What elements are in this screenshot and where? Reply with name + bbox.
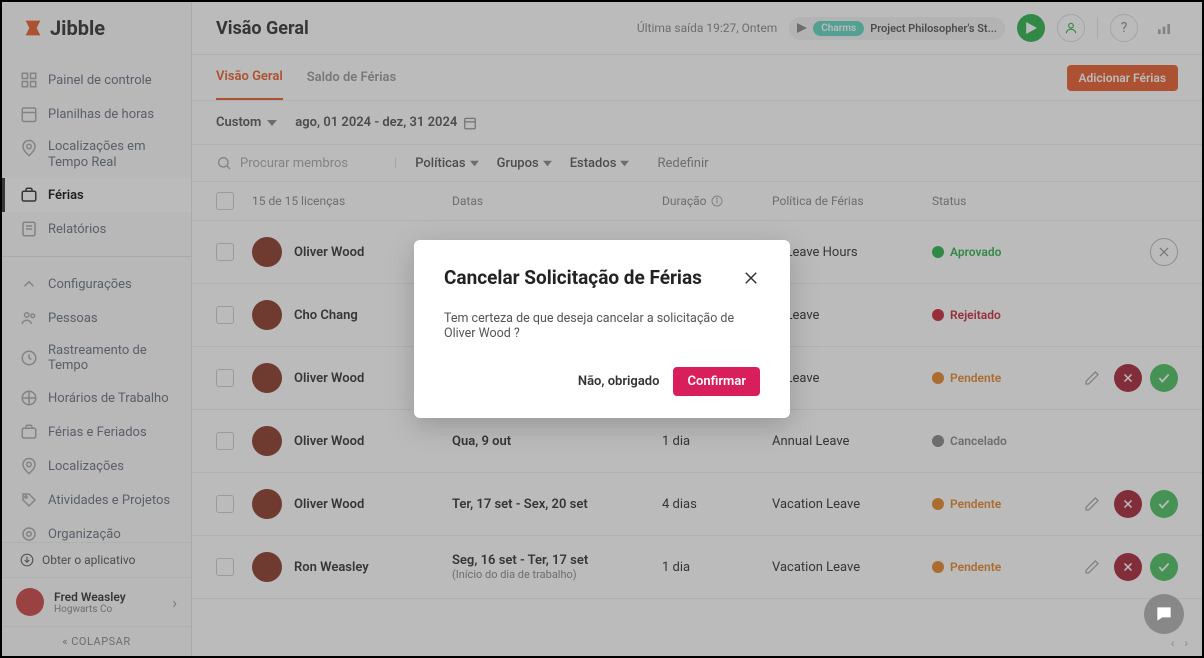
- modal-no-button[interactable]: Não, obrigado: [578, 374, 660, 389]
- prev-page[interactable]: ‹: [1171, 636, 1175, 650]
- modal-confirm-button[interactable]: Confirmar: [673, 367, 760, 396]
- chat-widget[interactable]: [1144, 594, 1184, 634]
- next-page[interactable]: ›: [1184, 636, 1188, 650]
- pagination: ‹ ›: [1171, 636, 1188, 650]
- modal-body-text: Tem certeza de que deseja cancelar a sol…: [444, 311, 760, 341]
- close-icon: [742, 269, 760, 287]
- modal-close-button[interactable]: [742, 269, 760, 287]
- cancel-leave-modal: Cancelar Solicitação de Férias Tem certe…: [414, 240, 790, 418]
- modal-overlay: Cancelar Solicitação de Férias Tem certe…: [2, 2, 1202, 656]
- modal-title: Cancelar Solicitação de Férias: [444, 266, 702, 289]
- chat-icon: [1154, 604, 1174, 624]
